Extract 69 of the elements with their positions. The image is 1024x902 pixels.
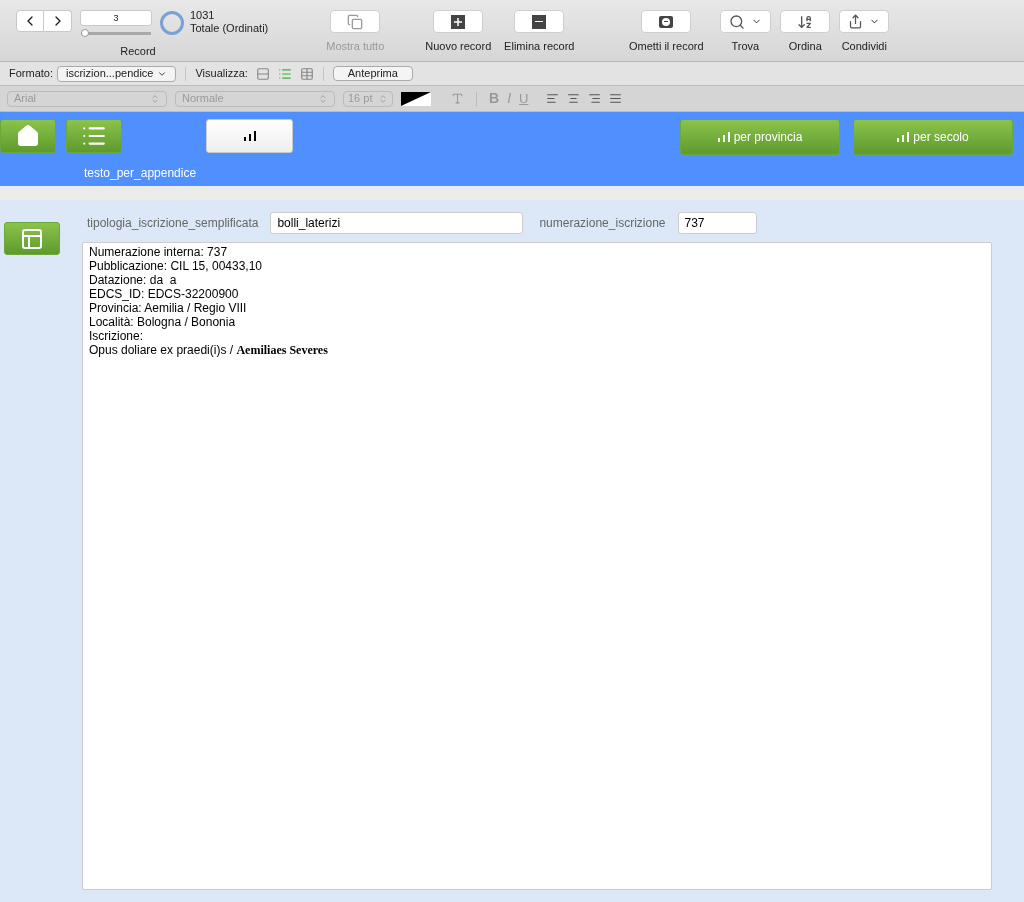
view-label: Visualizza: (195, 66, 248, 82)
stepper-icon (318, 93, 328, 104)
record-label: Record (120, 44, 156, 59)
toolbar-label: Trova (731, 39, 760, 54)
justify-icon[interactable] (609, 92, 623, 105)
layout-name: testo_per_appendice (84, 165, 198, 182)
color-swatch-icon (401, 91, 431, 106)
found-count: 1031 (190, 9, 216, 22)
stacked-pages-icon (347, 13, 364, 30)
find-button[interactable] (719, 10, 771, 33)
text-line: Iscrizione: (89, 329, 145, 343)
text-line: Opus doliare ex praedi(i)s / Aemiliaes Severes (89, 343, 329, 357)
sort-icon (797, 13, 814, 30)
text-line: Numerazione interna: 737 (89, 245, 229, 259)
toolbar-label: Condividi (841, 39, 887, 54)
toolbar-label: Mostra tutto (326, 39, 385, 54)
bar-chart-icon (897, 132, 910, 142)
record-slider[interactable] (81, 32, 151, 35)
plus-icon (451, 14, 466, 29)
layout-button[interactable] (4, 222, 60, 255)
bar-chart-icon (243, 131, 256, 141)
house-icon (16, 124, 40, 148)
record-number-field[interactable]: 3 (80, 10, 152, 26)
text-icon (451, 92, 464, 105)
toolbar-button[interactable] (641, 10, 692, 33)
align-right-icon[interactable] (588, 92, 602, 105)
toolbar-label: Ometti il record (628, 39, 704, 54)
toolbar-button[interactable] (514, 10, 565, 33)
text-line: Datazione: da a (89, 273, 178, 287)
field-input[interactable]: bolli_laterizi (270, 212, 524, 234)
view-mode-button[interactable] (255, 66, 270, 81)
stepper-icon (150, 93, 160, 104)
align-center-icon[interactable] (567, 92, 581, 105)
panel-layout-icon (20, 226, 44, 251)
progress-ring-icon (160, 11, 184, 35)
slider-thumb[interactable] (80, 29, 89, 37)
bar-chart-icon (717, 132, 730, 142)
report-button[interactable]: per provincia (680, 119, 840, 155)
text-line: Località: Bologna / Bononia (89, 315, 237, 329)
report-button[interactable]: per secolo (853, 119, 1013, 155)
next-record-button[interactable] (44, 10, 72, 32)
total-label: Totale (Ordinati) (190, 22, 269, 35)
field-label: numerazione_iscrizione (539, 215, 666, 232)
format-dropdown[interactable]: iscrizion...pendice (57, 65, 177, 82)
minus-icon (532, 14, 547, 29)
toolbar-label: Elimina record (504, 39, 575, 54)
stepper-icon (378, 93, 388, 104)
view-mode-button[interactable] (277, 66, 292, 81)
omit-icon (659, 15, 674, 28)
list-button[interactable] (66, 119, 122, 153)
share-button[interactable] (839, 10, 890, 33)
previous-record-button[interactable] (16, 10, 44, 32)
share-icon (848, 14, 864, 29)
format-label: Formato: (9, 66, 53, 82)
field-label: tipologia_iscrizione_semplificata (87, 215, 259, 232)
view-mode-button[interactable] (299, 66, 314, 81)
preview-button[interactable]: Anteprima (332, 66, 413, 81)
search-icon (728, 13, 745, 30)
home-button[interactable] (0, 119, 56, 153)
text-line: Provincia: Aemilia / Regio VIII (89, 301, 248, 315)
toolbar-button[interactable] (433, 10, 484, 33)
text-line: Pubblicazione: CIL 15, 00433,10 (89, 259, 263, 273)
align-left-icon[interactable] (546, 92, 560, 105)
toolbar-label: Nuovo record (425, 39, 492, 54)
chart-button[interactable] (206, 119, 293, 153)
field-input[interactable]: 737 (677, 212, 757, 234)
text-line: EDCS_ID: EDCS-32200900 (89, 287, 240, 301)
toolbar-button[interactable] (780, 10, 831, 33)
toolbar-label: Ordina (788, 39, 822, 54)
